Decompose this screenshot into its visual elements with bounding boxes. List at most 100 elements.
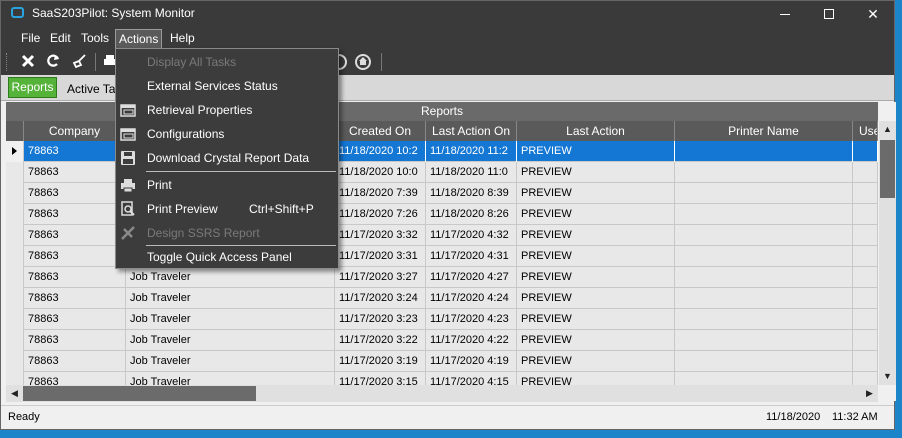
cell-user[interactable] (853, 288, 878, 309)
cell-created-on[interactable]: 11/17/2020 3:19 (335, 351, 426, 372)
row-selector[interactable] (6, 372, 24, 385)
column-header-printer-name[interactable]: Printer Name (675, 121, 853, 141)
menu-item-download-crystal-report-data[interactable]: Download Crystal Report Data (116, 146, 338, 170)
menu-edit[interactable]: Edit (47, 31, 74, 45)
cell-printer-name[interactable] (675, 141, 853, 162)
menu-item-retrieval-properties[interactable]: Retrieval Properties (116, 98, 338, 122)
row-selector[interactable] (6, 204, 24, 225)
cell-last-action[interactable]: PREVIEW (517, 351, 675, 372)
clear-icon[interactable] (69, 53, 89, 71)
row-selector[interactable] (6, 225, 24, 246)
table-row[interactable]: 78863 Job Traveler 11/17/2020 3:22 11/17/20… (6, 330, 878, 351)
cell-company[interactable]: 78863 (24, 288, 126, 309)
cell-user[interactable] (853, 372, 878, 385)
toolbar-grip[interactable] (6, 53, 8, 71)
cell-last-action[interactable]: PREVIEW (517, 372, 675, 385)
cell-last-action-on[interactable]: 11/17/2020 4:15 (426, 372, 517, 385)
cell-last-action-on[interactable]: 11/17/2020 4:32 (426, 225, 517, 246)
cell-user[interactable] (853, 204, 878, 225)
cell-printer-name[interactable] (675, 183, 853, 204)
cell-created-on[interactable]: 11/17/2020 3:27 (335, 267, 426, 288)
cell-company[interactable]: 78863 (24, 141, 126, 162)
column-header-last-action-on[interactable]: Last Action On (426, 121, 517, 141)
menu-item-print-preview[interactable]: Print Preview Ctrl+Shift+P (116, 197, 338, 221)
cell-created-on[interactable]: 11/18/2020 10:2 (335, 141, 426, 162)
cell-created-on[interactable]: 11/18/2020 7:39 (335, 183, 426, 204)
cell-description[interactable]: Job Traveler (126, 288, 335, 309)
cell-printer-name[interactable] (675, 204, 853, 225)
home-icon[interactable] (355, 54, 371, 70)
cell-created-on[interactable]: 11/17/2020 3:23 (335, 309, 426, 330)
cell-last-action[interactable]: PREVIEW (517, 330, 675, 351)
close-window-button[interactable]: ✕ (851, 1, 895, 27)
close-icon[interactable] (18, 53, 38, 71)
row-selector[interactable] (6, 162, 24, 183)
cell-created-on[interactable]: 11/17/2020 3:32 (335, 225, 426, 246)
cell-printer-name[interactable] (675, 246, 853, 267)
cell-last-action-on[interactable]: 11/17/2020 4:19 (426, 351, 517, 372)
row-selector[interactable] (6, 330, 24, 351)
cell-user[interactable] (853, 330, 878, 351)
minimize-button[interactable] (763, 1, 807, 27)
scroll-down-icon[interactable]: ▼ (879, 368, 896, 385)
cell-printer-name[interactable] (675, 267, 853, 288)
table-row[interactable]: 78863 Job Traveler 11/17/2020 3:23 11/17/20… (6, 309, 878, 330)
scroll-left-icon[interactable]: ◀ (6, 385, 23, 402)
column-header-user[interactable]: Use (853, 121, 878, 141)
cell-last-action-on[interactable]: 11/17/2020 4:22 (426, 330, 517, 351)
cell-user[interactable] (853, 267, 878, 288)
scroll-right-icon[interactable]: ▶ (861, 385, 878, 402)
cell-user[interactable] (853, 246, 878, 267)
tab-active-tasks[interactable]: Active Ta (67, 82, 115, 96)
cell-user[interactable] (853, 162, 878, 183)
cell-created-on[interactable]: 11/17/2020 3:31 (335, 246, 426, 267)
cell-printer-name[interactable] (675, 162, 853, 183)
cell-company[interactable]: 78863 (24, 162, 126, 183)
cell-description[interactable]: Job Traveler (126, 372, 335, 385)
row-selector[interactable] (6, 246, 24, 267)
cell-printer-name[interactable] (675, 225, 853, 246)
cell-company[interactable]: 78863 (24, 183, 126, 204)
cell-printer-name[interactable] (675, 309, 853, 330)
menu-actions[interactable]: Actions (115, 29, 163, 49)
cell-printer-name[interactable] (675, 288, 853, 309)
table-row[interactable]: 78863 Job Traveler 11/17/2020 3:27 11/17/20… (6, 267, 878, 288)
row-selector[interactable] (6, 309, 24, 330)
menu-item-print[interactable]: Print (116, 173, 338, 197)
cell-created-on[interactable]: 11/18/2020 10:0 (335, 162, 426, 183)
column-header-last-action[interactable]: Last Action (517, 121, 675, 141)
cell-user[interactable] (853, 141, 878, 162)
cell-last-action[interactable]: PREVIEW (517, 309, 675, 330)
cell-last-action[interactable]: PREVIEW (517, 204, 675, 225)
column-header-company[interactable]: Company (24, 121, 126, 141)
table-row[interactable]: 78863 Job Traveler 11/17/2020 3:24 11/17/20… (6, 288, 878, 309)
cell-description[interactable]: Job Traveler (126, 267, 335, 288)
maximize-button[interactable] (807, 1, 851, 27)
cell-created-on[interactable]: 11/18/2020 7:26 (335, 204, 426, 225)
cell-description[interactable]: Job Traveler (126, 351, 335, 372)
cell-user[interactable] (853, 351, 878, 372)
cell-description[interactable]: Job Traveler (126, 309, 335, 330)
vertical-scroll-thumb[interactable] (880, 140, 895, 198)
scroll-up-icon[interactable]: ▲ (879, 121, 896, 138)
cell-company[interactable]: 78863 (24, 351, 126, 372)
cell-last-action[interactable]: PREVIEW (517, 183, 675, 204)
cell-company[interactable]: 78863 (24, 204, 126, 225)
tab-reports[interactable]: Reports (8, 77, 57, 98)
cell-last-action-on[interactable]: 11/17/2020 4:31 (426, 246, 517, 267)
row-selector[interactable] (6, 141, 24, 162)
horizontal-scroll-thumb[interactable] (23, 386, 256, 401)
row-selector[interactable] (6, 183, 24, 204)
cell-last-action[interactable]: PREVIEW (517, 141, 675, 162)
cell-last-action-on[interactable]: 11/18/2020 8:39 (426, 183, 517, 204)
row-selector[interactable] (6, 288, 24, 309)
cell-company[interactable]: 78863 (24, 246, 126, 267)
row-selector[interactable] (6, 351, 24, 372)
column-header-created-on[interactable]: Created On (335, 121, 426, 141)
cell-last-action[interactable]: PREVIEW (517, 225, 675, 246)
cell-last-action-on[interactable]: 11/17/2020 4:24 (426, 288, 517, 309)
vertical-scrollbar[interactable]: ▲ ▼ (879, 121, 896, 385)
cell-printer-name[interactable] (675, 372, 853, 385)
menu-item-configurations[interactable]: Configurations (116, 122, 338, 146)
cell-last-action[interactable]: PREVIEW (517, 288, 675, 309)
